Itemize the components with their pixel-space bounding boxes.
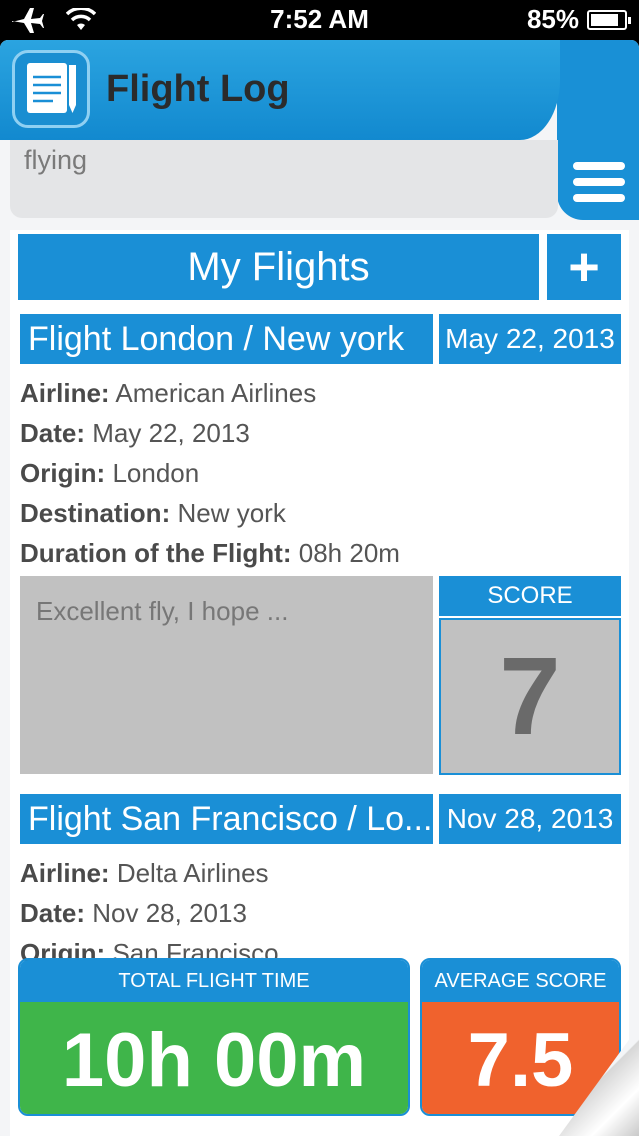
app-title: Flight Log — [106, 68, 290, 110]
date-value: May 22, 2013 — [92, 418, 250, 448]
hamburger-menu-icon[interactable] — [573, 162, 625, 202]
flight-duration: Duration of the Flight: 08h 20m — [20, 538, 400, 569]
menu-line — [573, 162, 625, 170]
flight-destination: Destination: New york — [20, 498, 286, 529]
battery-icon — [587, 9, 631, 30]
battery-fill — [591, 13, 618, 26]
total-flight-time-panel: TOTAL FLIGHT TIME 10h 00m — [18, 958, 410, 1116]
airline-value: American Airlines — [115, 378, 317, 408]
airline-label: Airline: — [20, 858, 110, 888]
score-value[interactable]: 7 — [439, 618, 621, 775]
flight-date-badge: May 22, 2013 — [439, 314, 621, 364]
app-screen: Flight Log My Flights + Flight London / … — [0, 40, 639, 1136]
flight-date: Date: Nov 28, 2013 — [20, 898, 247, 929]
date-label: Date: — [20, 898, 86, 928]
airline-value: Delta Airlines — [116, 858, 269, 888]
menu-line — [573, 178, 625, 186]
flight-title[interactable]: Flight San Francisco / Lo... — [20, 794, 433, 844]
duration-value: 08h 20m — [298, 538, 400, 568]
total-flight-time-value: 10h 00m — [20, 1002, 408, 1114]
destination-label: Destination: — [20, 498, 171, 528]
duration-label: Duration of the Flight: — [20, 538, 292, 568]
flight-airline: Airline: Delta Airlines — [20, 858, 269, 889]
destination-value: New york — [177, 498, 286, 528]
flight-airline: Airline: American Airlines — [20, 378, 316, 409]
flight-date-badge: Nov 28, 2013 — [439, 794, 621, 844]
status-bar: 7:52 AM 85% — [0, 0, 639, 40]
average-score-label: AVERAGE SCORE — [422, 960, 619, 1002]
origin-label: Origin: — [20, 458, 106, 488]
origin-value: London — [112, 458, 200, 488]
flight-origin: Origin: London — [20, 458, 199, 489]
flight-date: Date: May 22, 2013 — [20, 418, 250, 449]
score-label: SCORE — [439, 576, 621, 616]
search-box[interactable] — [10, 140, 558, 218]
search-input[interactable] — [24, 140, 544, 180]
notebook-icon — [12, 50, 90, 128]
menu-line — [573, 194, 625, 202]
date-label: Date: — [20, 418, 86, 448]
total-flight-time-label: TOTAL FLIGHT TIME — [20, 960, 408, 1002]
flight-title[interactable]: Flight London / New york — [20, 314, 433, 364]
add-flight-button[interactable]: + — [547, 234, 621, 300]
flight-note[interactable]: Excellent fly, I hope ... — [20, 576, 433, 774]
battery-percent: 85% — [526, 4, 579, 34]
my-flights-header: My Flights — [18, 234, 539, 300]
date-value: Nov 28, 2013 — [92, 898, 247, 928]
header-bar: Flight Log — [0, 40, 560, 140]
status-bar-right: 85% — [526, 4, 631, 35]
airline-label: Airline: — [20, 378, 110, 408]
